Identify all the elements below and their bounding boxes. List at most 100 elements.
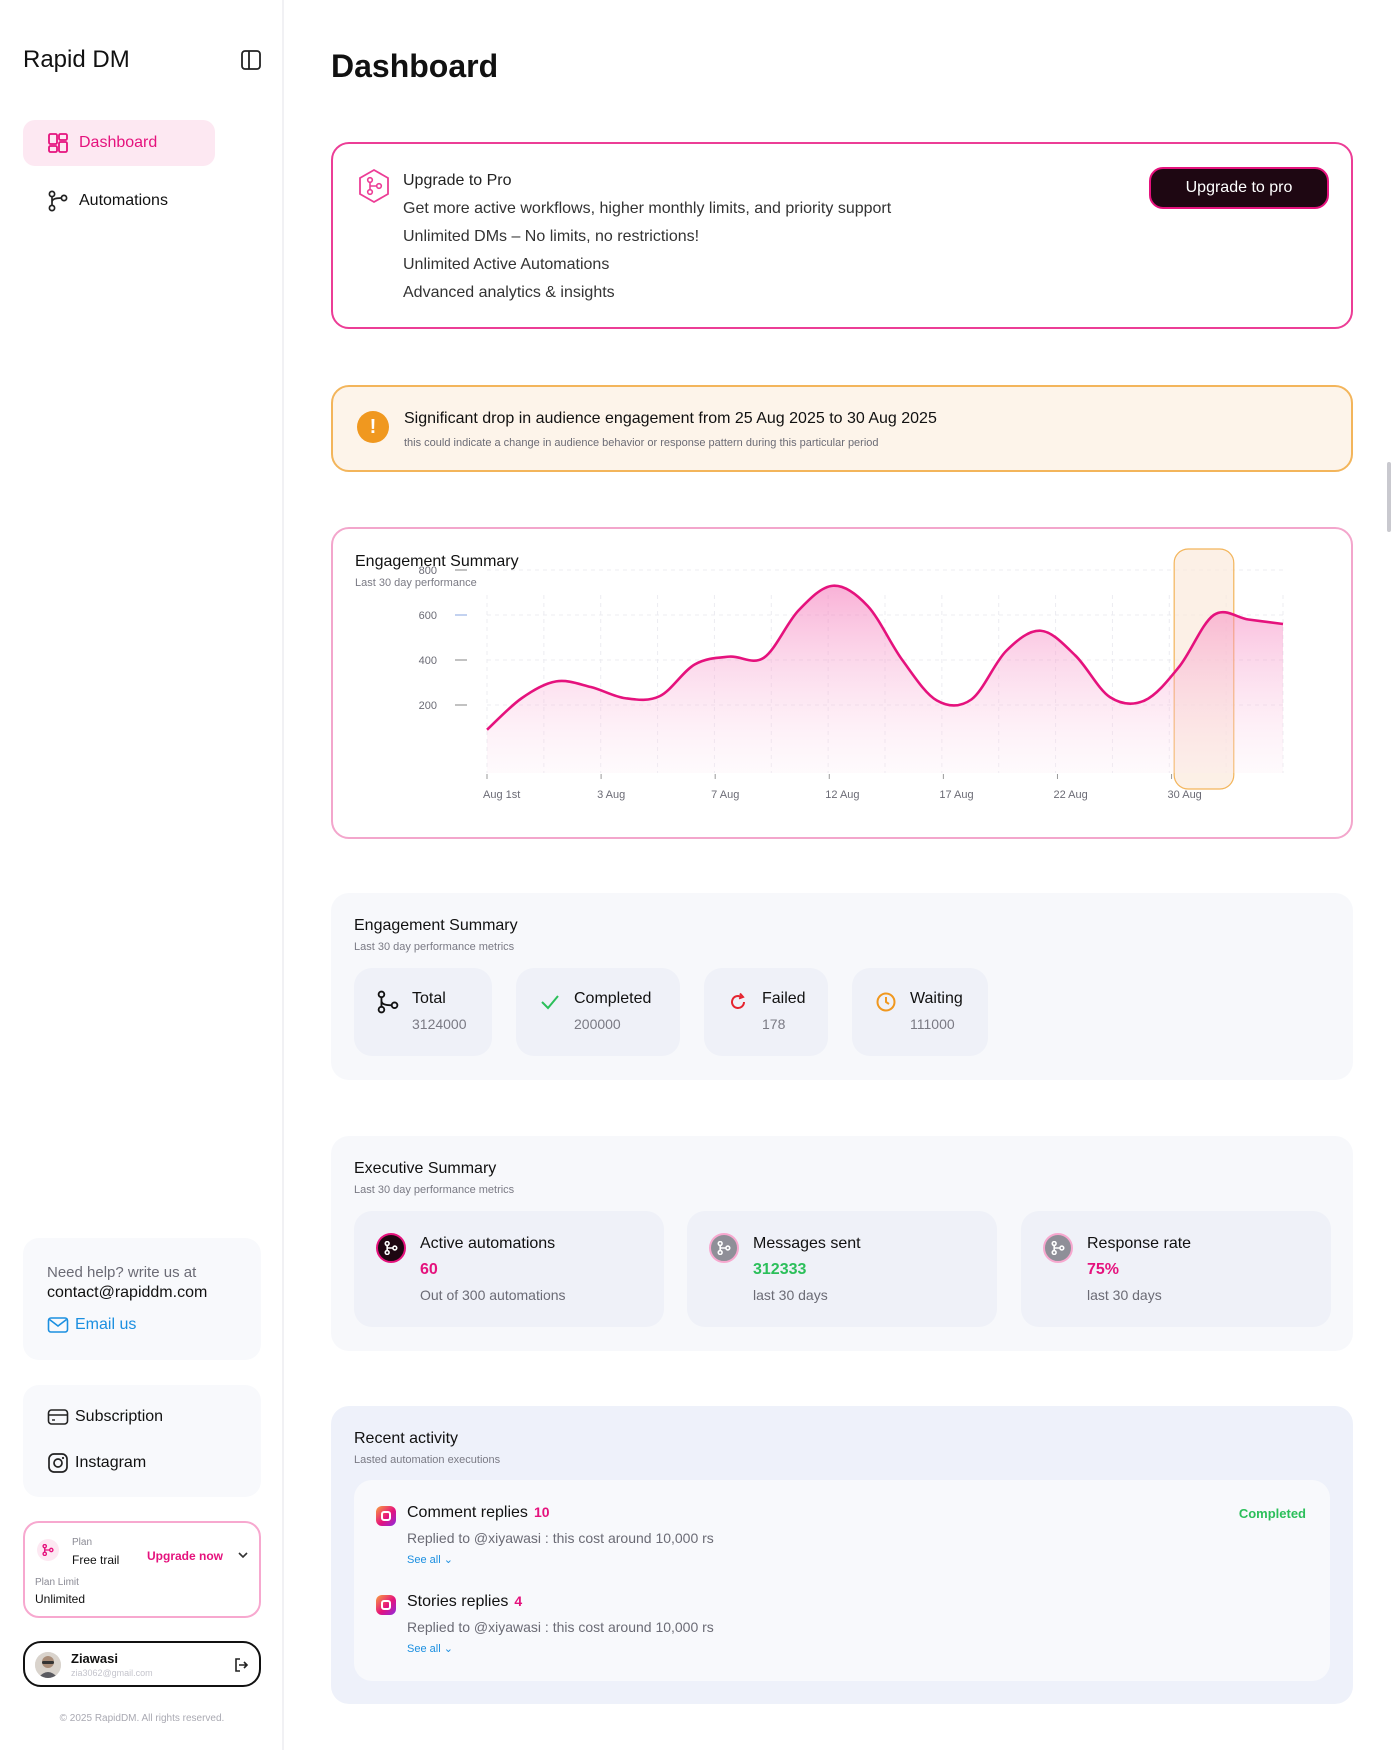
user-email: zia3062@gmail.com xyxy=(71,1668,153,1678)
x-tick-label: 17 Aug xyxy=(939,789,973,801)
page-title: Dashboard xyxy=(331,48,499,84)
grid-icon xyxy=(47,132,69,154)
exec-response-rate: Response rate 75% last 30 days xyxy=(1021,1211,1331,1327)
exec-label: Messages sent xyxy=(753,1235,861,1252)
upgrade-pro-card: Upgrade to Pro Get more active workflows… xyxy=(331,142,1353,329)
sidebar-item-instagram[interactable]: Instagram xyxy=(47,1452,146,1474)
exec-value: 312333 xyxy=(753,1261,807,1278)
see-all-link[interactable]: See all ⌄ xyxy=(407,1553,453,1566)
stat-total: Total 3124000 xyxy=(354,968,492,1056)
exec-messages-sent: Messages sent 312333 last 30 days xyxy=(687,1211,997,1327)
engagement-alert: ! Significant drop in audience engagemen… xyxy=(331,385,1353,472)
stat-label: Completed xyxy=(574,990,652,1007)
mail-icon xyxy=(47,1317,69,1333)
recent-activity-card: Recent activity Lasted automation execut… xyxy=(331,1406,1353,1704)
upgrade-to-pro-button[interactable]: Upgrade to pro xyxy=(1149,167,1329,209)
x-tick-label: 12 Aug xyxy=(825,789,859,801)
section-title: Engagement Summary xyxy=(354,917,518,934)
plan-limit-label: Plan Limit xyxy=(35,1577,79,1588)
exec-value: 60 xyxy=(420,1261,438,1278)
user-card[interactable]: Ziawasi zia3062@gmail.com xyxy=(23,1641,261,1687)
section-subtitle: Last 30 day performance metrics xyxy=(354,941,515,953)
workflow-icon xyxy=(1043,1233,1073,1263)
upgrade-now-link[interactable]: Upgrade now xyxy=(147,1549,223,1563)
avatar xyxy=(35,1652,61,1678)
plan-card: Plan Free trail Upgrade now Plan Limit U… xyxy=(23,1521,261,1618)
stat-value: 111000 xyxy=(910,1016,955,1032)
email-us-link[interactable]: Email us xyxy=(47,1316,237,1334)
sidebar-item-dashboard[interactable]: Dashboard xyxy=(23,120,215,166)
stat-failed: Failed 178 xyxy=(704,968,828,1056)
section-subtitle: Lasted automation executions xyxy=(354,1454,501,1466)
y-tick-label: 400 xyxy=(419,655,437,667)
exec-label: Response rate xyxy=(1087,1235,1192,1252)
subscription-label: Subscription xyxy=(75,1408,164,1425)
pro-feature: Unlimited DMs – No limits, no restrictio… xyxy=(403,228,700,245)
x-tick-label: Aug 1st xyxy=(483,789,520,801)
exec-desc: Out of 300 automations xyxy=(420,1287,566,1303)
plan-value: Free trail xyxy=(72,1553,120,1567)
stat-label: Waiting xyxy=(910,990,963,1007)
user-name: Ziawasi xyxy=(71,1651,118,1666)
brand-logo: Rapid DM xyxy=(23,46,130,73)
email-us-label: Email us xyxy=(75,1316,137,1333)
pro-description: Get more active workflows, higher monthl… xyxy=(403,200,892,217)
alert-subtitle: this could indicate a change in audience… xyxy=(404,437,879,449)
workflow-icon xyxy=(709,1233,739,1263)
stat-label: Failed xyxy=(762,990,806,1007)
x-tick-label: 3 Aug xyxy=(597,789,625,801)
instagram-icon xyxy=(376,1506,396,1526)
engagement-summary-card: Engagement Summary Last 30 day performan… xyxy=(331,893,1353,1080)
section-title: Executive Summary xyxy=(354,1160,497,1177)
workflow-icon xyxy=(376,1233,406,1263)
stat-waiting: Waiting 111000 xyxy=(852,968,988,1056)
exec-active-automations: Active automations 60 Out of 300 automat… xyxy=(354,1211,664,1327)
activity-desc: Replied to @xiyawasi : this cost around … xyxy=(407,1619,714,1635)
exec-desc: last 30 days xyxy=(753,1287,828,1303)
see-all-link[interactable]: See all ⌄ xyxy=(407,1642,453,1655)
help-text: Need help? write us at xyxy=(47,1264,197,1281)
sidebar: Rapid DM Dashboard Automations Need help… xyxy=(0,0,284,1750)
section-subtitle: Last 30 day performance metrics xyxy=(354,1184,515,1196)
pro-feature: Unlimited Active Automations xyxy=(403,256,610,273)
page-scrollbar[interactable] xyxy=(1387,462,1391,532)
instagram-icon xyxy=(48,1453,68,1473)
exec-desc: last 30 days xyxy=(1087,1287,1162,1303)
instagram-icon xyxy=(376,1595,396,1615)
card-icon xyxy=(47,1409,69,1425)
sidebar-item-label: Dashboard xyxy=(79,134,158,151)
clock-icon xyxy=(874,990,898,1019)
plan-label: Plan xyxy=(72,1537,93,1548)
pro-feature: Advanced analytics & insights xyxy=(403,284,615,301)
check-icon xyxy=(538,990,562,1019)
sidebar-item-automations[interactable]: Automations xyxy=(23,178,215,224)
sidebar-item-label: Automations xyxy=(79,192,168,209)
sidebar-item-subscription[interactable]: Subscription xyxy=(47,1407,163,1427)
activity-list: Comment replies 10 Replied to @xiyawasi :… xyxy=(354,1480,1330,1681)
plan-limit-value: Unlimited xyxy=(35,1592,86,1606)
sidebar-links: Subscription Instagram xyxy=(23,1385,261,1497)
logout-icon[interactable] xyxy=(233,1657,249,1678)
exec-value: 75% xyxy=(1087,1261,1120,1278)
activity-count: 10 xyxy=(533,1504,550,1520)
instagram-label: Instagram xyxy=(75,1454,147,1471)
exec-label: Active automations xyxy=(420,1235,556,1252)
x-tick-label: 30 Aug xyxy=(1168,789,1202,801)
activity-count: 4 xyxy=(514,1593,523,1609)
x-tick-label: 7 Aug xyxy=(711,789,739,801)
y-tick-label: 800 xyxy=(419,565,437,577)
engagement-chart: 800 600 400 200 Aug 1st 3 Aug 7 Aug 12 Aug 17 Au… xyxy=(419,548,1284,801)
stat-label: Total xyxy=(412,990,446,1007)
activity-name: Comment replies xyxy=(407,1504,528,1521)
stat-value: 3124000 xyxy=(412,1016,467,1032)
workflow-icon xyxy=(376,990,400,1019)
engagement-chart-card: Engagement Summary Last 30 day performan… xyxy=(331,527,1353,839)
pro-heading: Upgrade to Pro xyxy=(403,172,512,189)
sidebar-toggle-icon[interactable] xyxy=(240,49,262,71)
workflow-icon xyxy=(37,1539,59,1561)
stat-completed: Completed 200000 xyxy=(516,968,680,1056)
y-tick-label: 600 xyxy=(419,610,437,622)
copyright: © 2025 RapidDM. All rights reserved. xyxy=(59,1713,225,1724)
retry-icon xyxy=(726,990,750,1019)
chevron-down-icon[interactable] xyxy=(237,1549,249,1563)
